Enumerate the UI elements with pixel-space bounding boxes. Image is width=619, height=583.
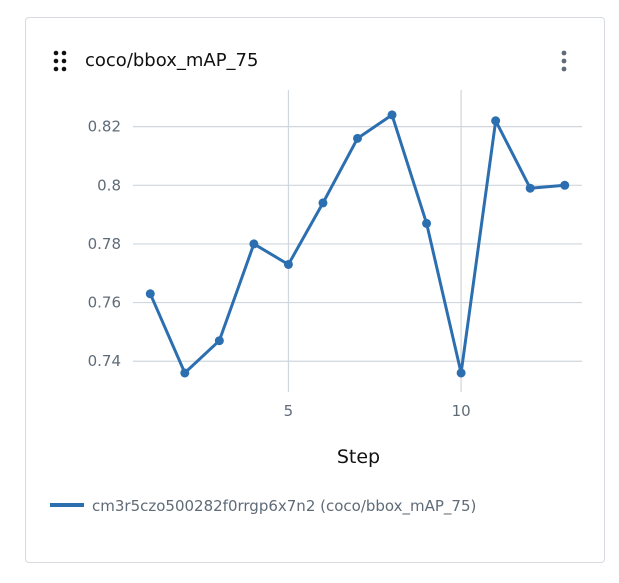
data-point[interactable] <box>525 183 535 193</box>
data-point[interactable] <box>180 368 190 378</box>
data-point[interactable] <box>145 289 155 299</box>
line-chart: 0.74 0.76 0.78 0.8 0.82 5 10 Step cm3r5czo5002… <box>50 90 582 516</box>
legend[interactable]: cm3r5czo500282f0rrgp6x7n2 (coco/bbox_mAP… <box>50 497 476 516</box>
data-point[interactable] <box>491 116 501 126</box>
x-tick-label: 10 <box>452 402 471 420</box>
data-point[interactable] <box>214 336 224 346</box>
x-axis-title: Step <box>337 446 380 468</box>
axis-ticks: 0.74 0.76 0.78 0.8 0.82 5 10 <box>88 118 471 420</box>
y-tick-label: 0.76 <box>88 294 121 312</box>
data-point[interactable] <box>387 110 397 120</box>
legend-label: cm3r5czo500282f0rrgp6x7n2 (coco/bbox_mAP… <box>92 497 476 516</box>
data-point[interactable] <box>353 133 362 143</box>
data-point[interactable] <box>560 180 570 190</box>
x-tick-label: 5 <box>284 402 294 420</box>
y-tick-label: 0.8 <box>97 176 121 194</box>
data-point[interactable] <box>318 198 328 208</box>
data-point[interactable] <box>456 368 466 378</box>
y-tick-label: 0.82 <box>88 118 121 136</box>
data-point[interactable] <box>283 259 293 269</box>
y-tick-label: 0.78 <box>88 235 121 253</box>
data-point[interactable] <box>249 239 259 249</box>
y-tick-label: 0.74 <box>88 352 121 370</box>
data-point[interactable] <box>422 218 432 228</box>
